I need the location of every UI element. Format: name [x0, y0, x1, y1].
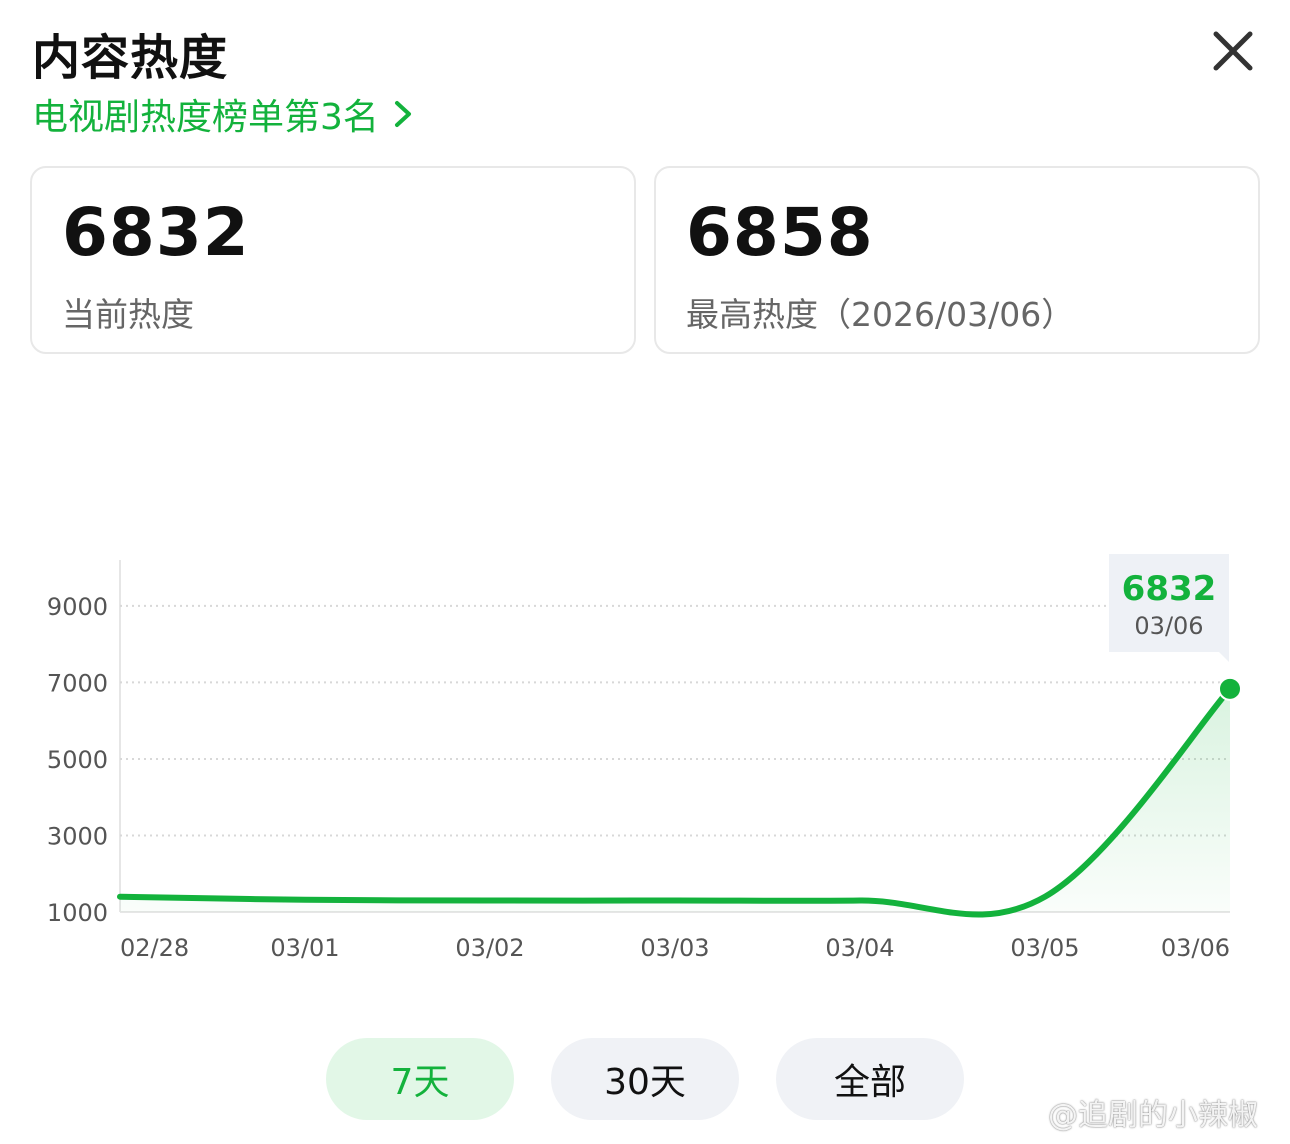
x-tick-label: 03/01: [270, 934, 339, 962]
y-tick-label: 3000: [47, 822, 108, 850]
y-tick-label: 5000: [47, 746, 108, 774]
weibo-logo-icon: [1001, 1098, 1040, 1128]
peak-heat-card: 6858 最高热度（2026/03/06）: [654, 166, 1260, 354]
close-icon: [1213, 31, 1253, 71]
close-button[interactable]: [1204, 22, 1262, 80]
tooltip-date: 03/06: [1134, 612, 1203, 640]
chart-tooltip: 6832 03/06: [1109, 554, 1229, 662]
rank-link[interactable]: 电视剧热度榜单第3名: [32, 88, 421, 140]
y-tick-label: 9000: [47, 593, 108, 621]
current-heat-value: 6832: [62, 194, 250, 271]
current-heat-card: 6832 当前热度: [30, 166, 636, 354]
x-tick-label: 03/03: [640, 934, 709, 962]
y-tick-label: 1000: [47, 899, 108, 927]
x-tick-label: 03/04: [825, 934, 894, 962]
latest-point-marker[interactable]: [1218, 676, 1242, 701]
x-tick-label: 03/02: [455, 934, 524, 962]
watermark-text: @追剧的小辣椒: [1048, 1098, 1258, 1133]
tooltip-value: 6832: [1122, 569, 1217, 609]
peak-heat-label: 最高热度（2026/03/06）: [686, 295, 1075, 334]
filter-30-days-button[interactable]: 30天: [551, 1038, 739, 1120]
x-tick-label: 03/05: [1010, 934, 1079, 962]
x-tick-label: 03/06: [1161, 934, 1230, 962]
x-tick-label: 02/28: [120, 934, 189, 962]
chevron-right-icon: [394, 101, 411, 127]
page-title: 内容热度: [32, 30, 229, 86]
current-heat-label: 当前热度: [62, 295, 194, 334]
heat-trend-chart-svg: 1000 3000 5000 7000 9000 02/28 03/01 03/02 03/0…: [47, 554, 1242, 962]
watermark: @追剧的小辣椒: [1000, 1090, 1258, 1134]
peak-heat-value: 6858: [686, 194, 874, 271]
filter-7-days-button[interactable]: 7天: [326, 1038, 514, 1120]
filter-all-button[interactable]: 全部: [776, 1038, 964, 1120]
rank-link-label: 电视剧热度榜单第3名: [32, 97, 379, 138]
series-line: [117, 685, 1233, 918]
heat-trend-chart[interactable]: 1000 3000 5000 7000 9000 02/28 03/01 03/02 03/0…: [0, 540, 1290, 980]
y-tick-label: 7000: [47, 669, 108, 697]
